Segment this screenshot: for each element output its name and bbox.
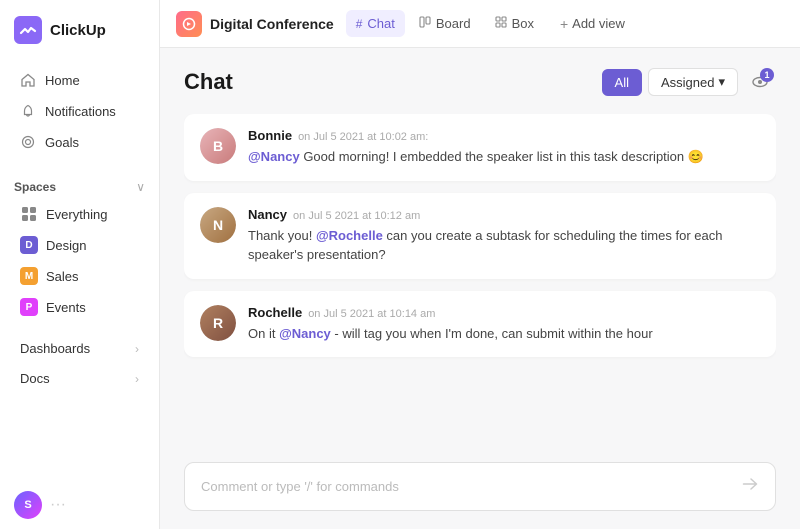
message-text-1: @Nancy Good morning! I embedded the spea… [248, 147, 760, 167]
dashboards-chevron-icon: › [135, 342, 139, 356]
filter-assigned-button[interactable]: Assigned ▾ [648, 68, 738, 96]
design-dot: D [20, 236, 38, 254]
avatar-bonnie: B [200, 128, 236, 164]
message-time-3: on Jul 5 2021 at 10:14 am [308, 308, 435, 320]
sidebar-item-label-dashboards: Dashboards [20, 341, 90, 356]
spaces-label: Spaces [14, 180, 56, 194]
sidebar-nav: Home Notifications Goals [0, 60, 159, 162]
tab-chat-label: Chat [367, 16, 394, 31]
bell-icon [20, 103, 36, 119]
message-time-1: on Jul 5 2021 at 10:02 am: [298, 131, 428, 143]
app-name: ClickUp [50, 22, 106, 39]
sidebar-item-sales[interactable]: M Sales [6, 261, 153, 291]
filter-all-button[interactable]: All [602, 69, 642, 96]
message-card: B Bonnie on Jul 5 2021 at 10:02 am: @Nan… [184, 114, 776, 181]
mention-3: @Nancy [279, 326, 331, 341]
message-body-3: Rochelle on Jul 5 2021 at 10:14 am On it… [248, 305, 760, 344]
project-name: Digital Conference [210, 16, 334, 32]
sidebar-item-label-sales: Sales [46, 269, 79, 284]
project-icon [176, 11, 202, 37]
topbar: Digital Conference # Chat Board Box + Ad… [160, 0, 800, 48]
events-dot: P [20, 298, 38, 316]
user-avatar[interactable]: S [14, 491, 42, 519]
tab-board[interactable]: Board [409, 10, 481, 37]
sidebar-logo[interactable]: ClickUp [0, 0, 159, 60]
home-icon [20, 72, 36, 88]
page-title: Chat [184, 69, 233, 95]
chat-header: Chat All Assigned ▾ 1 [184, 66, 776, 98]
sidebar-item-label-design: Design [46, 238, 86, 253]
sidebar-item-label-goals: Goals [45, 135, 79, 150]
sidebar-item-label-docs: Docs [20, 371, 50, 386]
assigned-chevron-icon: ▾ [718, 74, 725, 90]
hash-icon: # [356, 17, 363, 31]
send-icon[interactable] [741, 475, 759, 498]
sidebar-item-dashboards[interactable]: Dashboards › [6, 334, 153, 363]
message-before-3: On it [248, 326, 279, 341]
mention-2: @Rochelle [316, 228, 383, 243]
sidebar-item-design[interactable]: D Design [6, 230, 153, 260]
sidebar-item-label-events: Events [46, 300, 86, 315]
sidebar-item-label-notifications: Notifications [45, 104, 116, 119]
avatar-rochelle-inner: R [200, 305, 236, 341]
box-icon [495, 16, 507, 31]
comment-input-bar[interactable]: Comment or type '/' for commands [184, 462, 776, 511]
message-before-2: Thank you! [248, 228, 316, 243]
sales-dot: M [20, 267, 38, 285]
eye-button[interactable]: 1 [744, 66, 776, 98]
message-meta-3: Rochelle on Jul 5 2021 at 10:14 am [248, 305, 760, 320]
message-author-3: Rochelle [248, 305, 302, 320]
chat-filters: All Assigned ▾ [602, 68, 738, 96]
eye-badge-count: 1 [760, 68, 774, 82]
tab-chat[interactable]: # Chat [346, 10, 405, 37]
sidebar-item-notifications[interactable]: Notifications [6, 96, 153, 126]
spaces-header: Spaces ∨ [0, 172, 159, 198]
everything-icon [20, 205, 38, 223]
avatar-bonnie-inner: B [200, 128, 236, 164]
sidebar: ClickUp Home Notifications Goals Spaces … [0, 0, 160, 529]
tab-box[interactable]: Box [485, 10, 544, 37]
message-time-2: on Jul 5 2021 at 10:12 am [293, 210, 420, 222]
message-body-1: Bonnie on Jul 5 2021 at 10:02 am: @Nancy… [248, 128, 760, 167]
message-author-2: Nancy [248, 207, 287, 222]
add-view-label: Add view [572, 16, 625, 31]
docs-chevron-icon: › [135, 372, 139, 386]
add-view-button[interactable]: + Add view [550, 11, 635, 37]
tab-board-label: Board [436, 16, 471, 31]
message-body-2: Nancy on Jul 5 2021 at 10:12 am Thank yo… [248, 207, 760, 265]
tab-box-label: Box [512, 16, 534, 31]
plus-icon: + [560, 16, 568, 32]
clickup-logo-icon [14, 16, 42, 44]
sidebar-item-goals[interactable]: Goals [6, 127, 153, 157]
mention-1: @Nancy [248, 149, 300, 164]
message-content-3: - will tag you when I'm done, can submit… [331, 326, 653, 341]
sidebar-item-label-home: Home [45, 73, 80, 88]
sidebar-item-home[interactable]: Home [6, 65, 153, 95]
message-meta-2: Nancy on Jul 5 2021 at 10:12 am [248, 207, 760, 222]
comment-placeholder: Comment or type '/' for commands [201, 479, 399, 494]
footer-ellipsis: ··· [50, 496, 66, 514]
sidebar-item-events[interactable]: P Events [6, 292, 153, 322]
chevron-down-icon: ∨ [136, 180, 145, 194]
avatar-nancy: N [200, 207, 236, 243]
message-text-2: Thank you! @Rochelle can you create a su… [248, 226, 760, 265]
main-content: Digital Conference # Chat Board Box + Ad… [160, 0, 800, 529]
sidebar-item-everything[interactable]: Everything [6, 199, 153, 229]
sidebar-item-label-everything: Everything [46, 207, 107, 222]
chat-content: Chat All Assigned ▾ 1 [160, 48, 800, 529]
sidebar-footer: S ··· [0, 481, 159, 529]
message-card-3: R Rochelle on Jul 5 2021 at 10:14 am On … [184, 291, 776, 358]
message-content-1: Good morning! I embedded the speaker lis… [300, 149, 704, 164]
message-text-3: On it @Nancy - will tag you when I'm don… [248, 324, 760, 344]
avatar-nancy-inner: N [200, 207, 236, 243]
message-card-2: N Nancy on Jul 5 2021 at 10:12 am Thank … [184, 193, 776, 279]
message-meta-1: Bonnie on Jul 5 2021 at 10:02 am: [248, 128, 760, 143]
message-author-1: Bonnie [248, 128, 292, 143]
messages-list: B Bonnie on Jul 5 2021 at 10:02 am: @Nan… [184, 114, 776, 450]
goals-icon [20, 134, 36, 150]
board-icon [419, 16, 431, 31]
assigned-label: Assigned [661, 75, 714, 90]
sidebar-item-docs[interactable]: Docs › [6, 364, 153, 393]
avatar-rochelle: R [200, 305, 236, 341]
